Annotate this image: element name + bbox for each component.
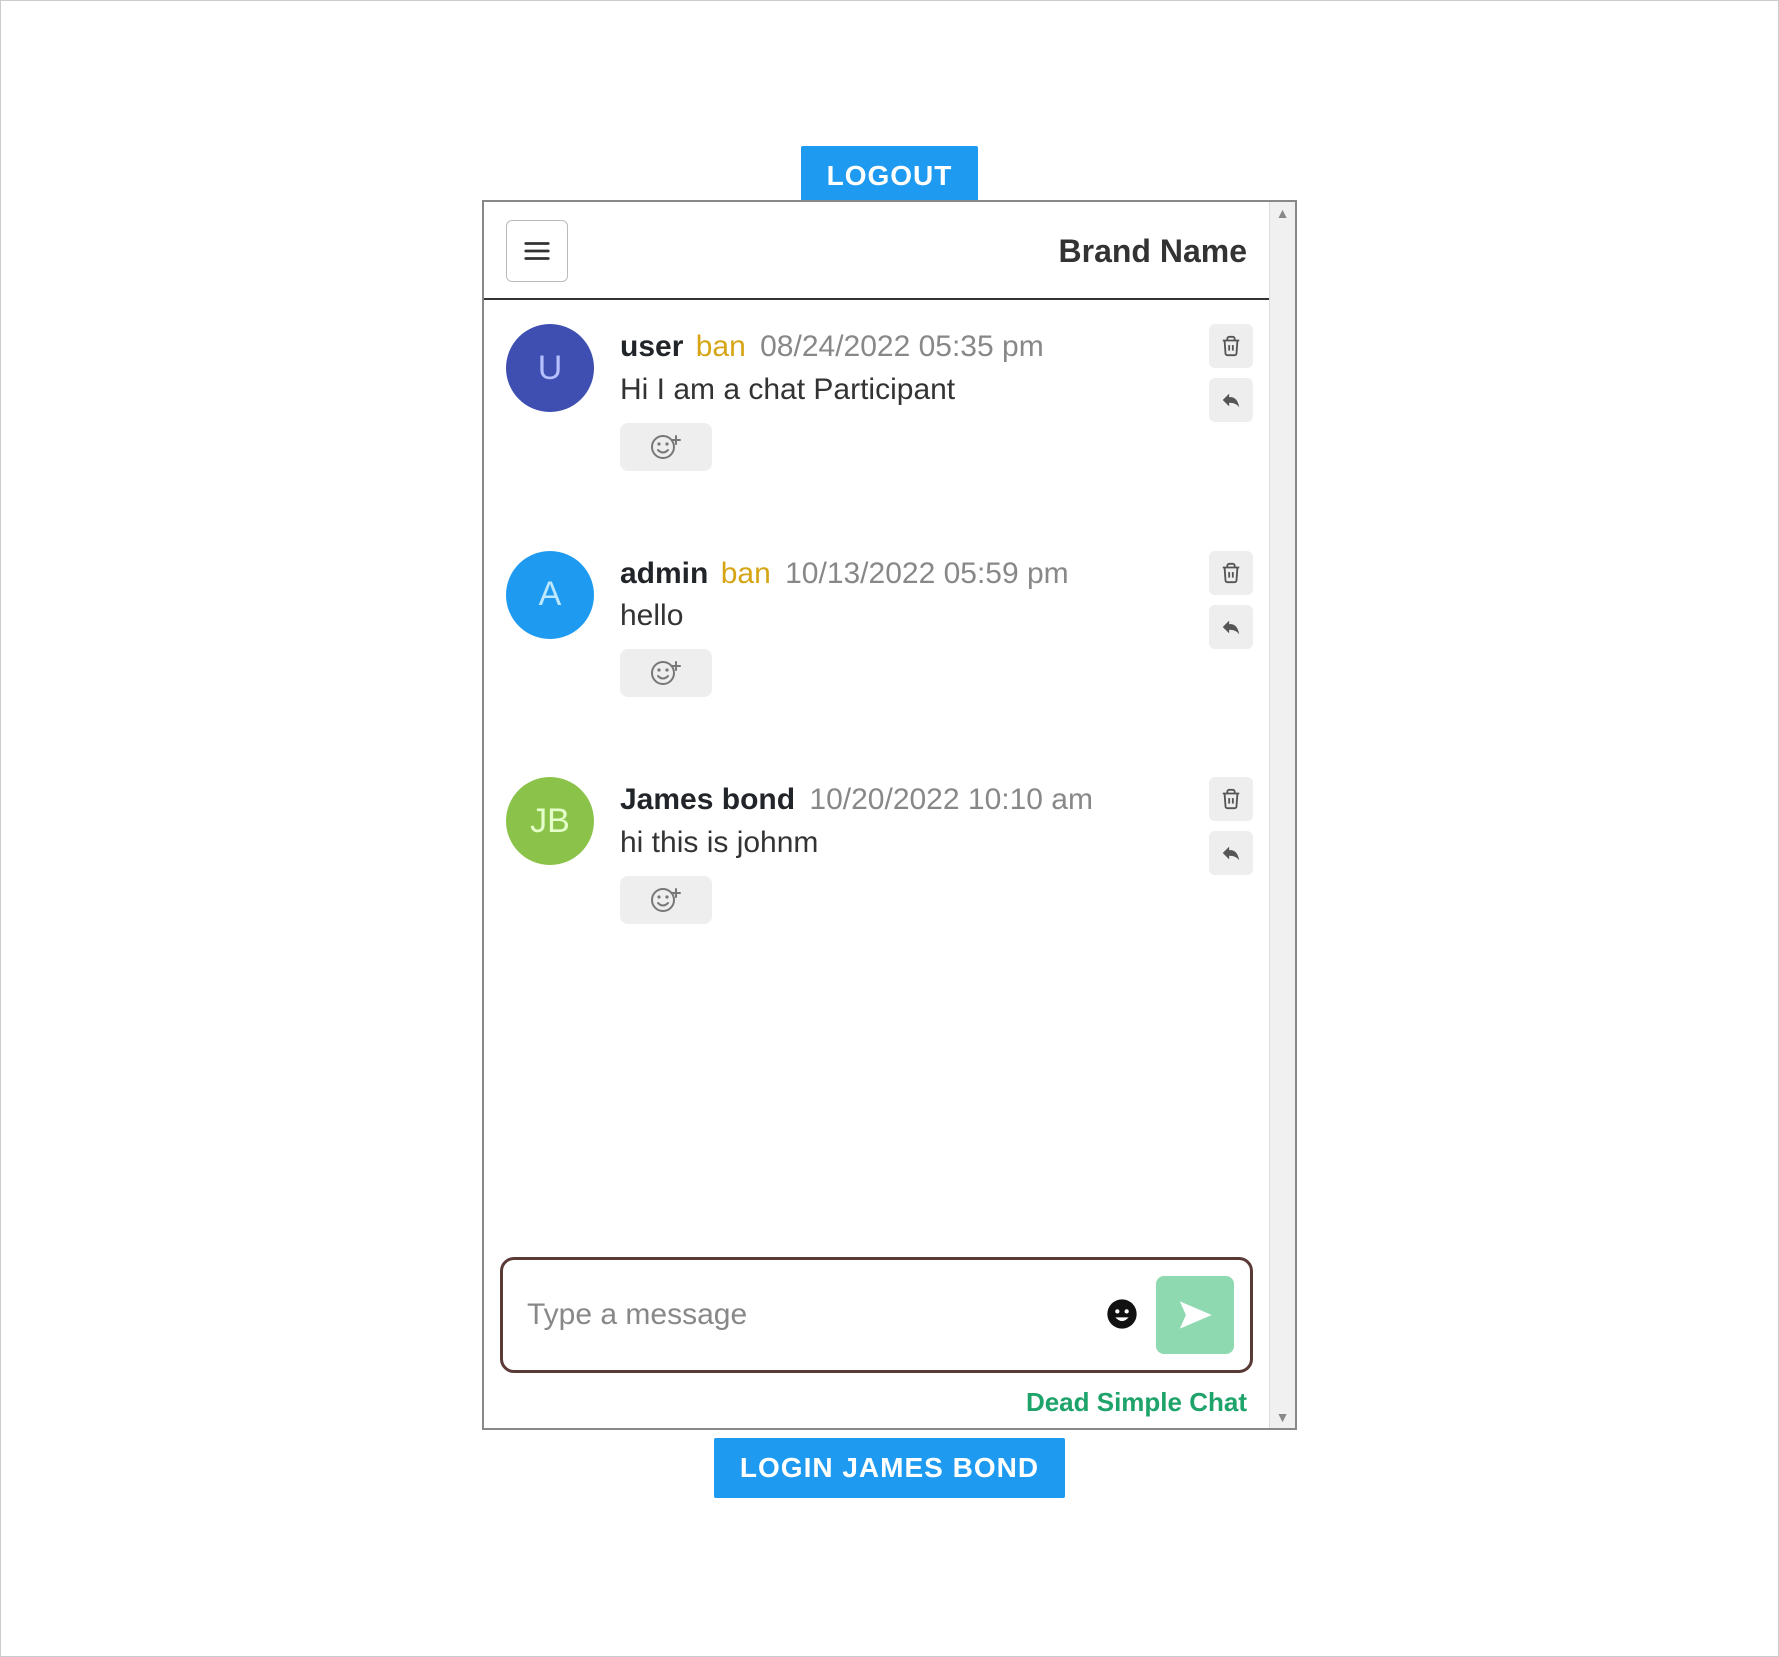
smile-plus-icon [649, 886, 683, 914]
username: admin [620, 557, 708, 590]
reply-button[interactable] [1209, 378, 1253, 422]
reply-icon [1220, 389, 1242, 411]
trash-icon [1220, 788, 1242, 810]
message-item: A admin ban 10/13/2022 05:59 pm hello [506, 551, 1259, 698]
hamburger-icon [522, 236, 552, 266]
message-header: James bond 10/20/2022 10:10 am [620, 777, 1183, 824]
username: James bond [620, 783, 795, 816]
ban-link[interactable]: ban [696, 330, 746, 363]
timestamp: 10/13/2022 05:59 pm [785, 557, 1069, 590]
message-item: JB James bond 10/20/2022 10:10 am hi thi… [506, 777, 1259, 924]
ban-link[interactable]: ban [721, 557, 771, 590]
brand-title: Brand Name [1059, 233, 1248, 270]
reply-button[interactable] [1209, 831, 1253, 875]
message-text: hello [620, 599, 1183, 633]
send-button[interactable] [1156, 1276, 1234, 1354]
login-button[interactable]: LOGIN JAMES BOND [714, 1438, 1065, 1498]
trash-icon [1220, 562, 1242, 584]
react-button[interactable] [620, 423, 712, 471]
chat-header: Brand Name [484, 202, 1269, 300]
message-header: user ban 08/24/2022 05:35 pm [620, 324, 1183, 371]
avatar: A [506, 551, 594, 639]
react-button[interactable] [620, 649, 712, 697]
react-button[interactable] [620, 876, 712, 924]
reply-icon [1220, 842, 1242, 864]
message-text: hi this is johnm [620, 826, 1183, 860]
delete-button[interactable] [1209, 324, 1253, 368]
smile-plus-icon [649, 659, 683, 687]
username: user [620, 330, 683, 363]
composer [500, 1257, 1253, 1373]
emoji-button[interactable] [1102, 1294, 1142, 1337]
delete-button[interactable] [1209, 777, 1253, 821]
footer-link[interactable]: Dead Simple Chat [484, 1377, 1269, 1428]
paper-plane-icon [1177, 1297, 1213, 1333]
reply-button[interactable] [1209, 605, 1253, 649]
scroll-up-icon[interactable]: ▲ [1270, 202, 1295, 224]
timestamp: 10/20/2022 10:10 am [809, 783, 1093, 816]
reply-icon [1220, 616, 1242, 638]
menu-button[interactable] [506, 220, 568, 282]
delete-button[interactable] [1209, 551, 1253, 595]
logout-button[interactable]: LOGOUT [801, 146, 979, 206]
message-item: U user ban 08/24/2022 05:35 pm Hi I am a… [506, 324, 1259, 471]
avatar: JB [506, 777, 594, 865]
message-list: U user ban 08/24/2022 05:35 pm Hi I am a… [484, 300, 1269, 1249]
scrollbar[interactable]: ▲ ▼ [1269, 202, 1295, 1428]
avatar: U [506, 324, 594, 412]
message-input[interactable] [525, 1297, 1088, 1333]
chat-widget: Brand Name U user ban 08/24/2022 05:35 p… [482, 200, 1297, 1430]
scroll-down-icon[interactable]: ▼ [1270, 1406, 1295, 1428]
trash-icon [1220, 335, 1242, 357]
message-header: admin ban 10/13/2022 05:59 pm [620, 551, 1183, 598]
smile-plus-icon [649, 433, 683, 461]
smile-icon [1106, 1298, 1138, 1330]
message-text: Hi I am a chat Participant [620, 373, 1183, 407]
timestamp: 08/24/2022 05:35 pm [760, 330, 1044, 363]
